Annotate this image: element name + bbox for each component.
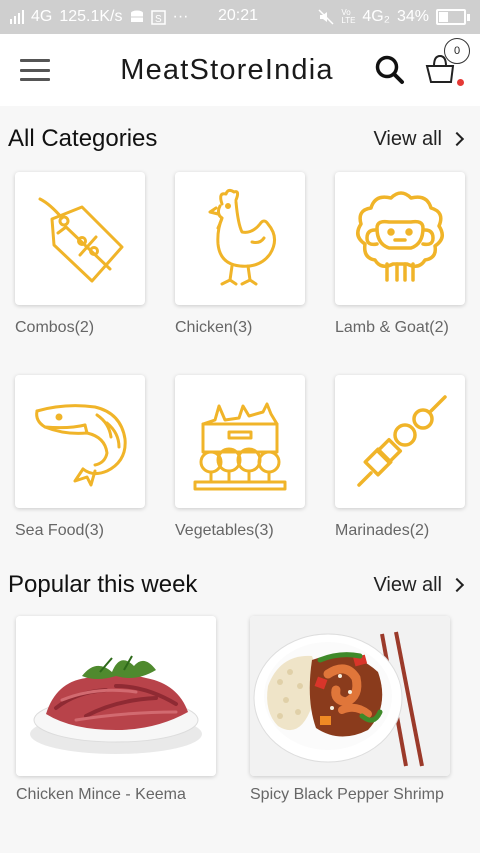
- volte-label: Vo LTE: [341, 8, 356, 25]
- category-label: Sea Food(3): [15, 522, 104, 539]
- popular-title: Popular this week: [8, 571, 198, 598]
- network-type-2: 4G₂: [362, 8, 390, 25]
- category-grid: Combos(2) Chicken(3) Lamb & Goat(2): [0, 172, 480, 337]
- category-card: [175, 172, 305, 305]
- shrimp-icon: [35, 403, 127, 486]
- battery-percent: 34%: [396, 8, 429, 25]
- chevron-right-icon: [449, 131, 465, 147]
- cart-button[interactable]: 0: [424, 38, 470, 88]
- category-label: Combos(2): [15, 319, 95, 336]
- category-item-vegetables[interactable]: Vegetables(3): [175, 375, 305, 540]
- category-label: Lamb & Goat(2): [335, 319, 449, 336]
- popular-header: Popular this week View all: [0, 554, 480, 616]
- product-card-spicy-shrimp[interactable]: Spicy Black Pepper Shrimp: [250, 616, 450, 804]
- app-header: MeatStoreIndia 0: [0, 34, 480, 106]
- menu-icon[interactable]: [20, 59, 50, 81]
- cart-indicator-dot: [457, 79, 464, 86]
- view-all-label: View all: [373, 573, 442, 596]
- signal-icon: [10, 10, 24, 24]
- cart-count-badge: 0: [444, 38, 470, 64]
- popular-view-all-link[interactable]: View all: [373, 574, 466, 597]
- more-notifications: ···: [172, 8, 189, 25]
- product-name: Chicken Mince - Keema: [16, 786, 186, 803]
- network-speed: 125.1K/s: [59, 8, 123, 25]
- search-icon[interactable]: [374, 54, 406, 86]
- sheep-icon: [356, 190, 444, 282]
- category-item-combos[interactable]: Combos(2): [15, 172, 145, 337]
- notification-s-icon: S: [150, 9, 166, 25]
- category-item-sea-food[interactable]: Sea Food(3): [15, 375, 145, 540]
- category-card: [15, 172, 145, 305]
- category-card: [335, 375, 465, 508]
- mute-icon: [318, 9, 334, 25]
- category-label: Chicken(3): [175, 319, 253, 336]
- network-type: 4G: [31, 8, 53, 25]
- svg-text:S: S: [155, 14, 162, 25]
- category-grid-row-2: Sea Food(3) Vegetables(3) Marinades(2): [0, 375, 480, 540]
- status-left: 4G 125.1K/s S ···: [10, 8, 188, 26]
- category-card: [335, 172, 465, 305]
- category-item-chicken[interactable]: Chicken(3): [175, 172, 305, 337]
- shrimp-rice-bowl-image: [250, 616, 450, 776]
- categories-header: All Categories View all: [0, 106, 480, 172]
- categories-view-all-link[interactable]: View all: [373, 128, 466, 151]
- price-tag-icon: [38, 197, 124, 282]
- category-item-marinades[interactable]: Marinades(2): [335, 375, 465, 540]
- popular-list: Chicken Mince - Keema Spicy Black Pepper…: [0, 616, 480, 804]
- category-card: [15, 375, 145, 508]
- category-label: Vegetables(3): [175, 522, 274, 539]
- category-item-lamb-goat[interactable]: Lamb & Goat(2): [335, 172, 465, 337]
- chicken-icon: [208, 188, 276, 285]
- status-right: Vo LTE 4G₂ 34%: [318, 8, 470, 26]
- product-name: Spicy Black Pepper Shrimp: [250, 786, 444, 803]
- product-image: [250, 616, 450, 776]
- categories-title: All Categories: [8, 125, 158, 152]
- brand-logo: MeatStoreIndia: [120, 53, 334, 86]
- product-card-chicken-mince[interactable]: Chicken Mince - Keema: [16, 616, 216, 804]
- battery-icon: [436, 9, 470, 25]
- status-time: 20:21: [218, 7, 259, 24]
- category-label: Marinades(2): [335, 522, 430, 539]
- view-all-label: View all: [373, 127, 442, 150]
- chevron-right-icon: [449, 577, 465, 593]
- product-image: [16, 616, 216, 776]
- vegetables-crate-icon: [193, 402, 287, 490]
- database-icon: [130, 10, 143, 22]
- minced-meat-plate-image: [16, 616, 216, 776]
- status-bar: 4G 125.1K/s S ··· 20:21 Vo LTE 4G₂ 34%: [0, 0, 480, 34]
- skewer-icon: [357, 394, 447, 487]
- category-card: [175, 375, 305, 508]
